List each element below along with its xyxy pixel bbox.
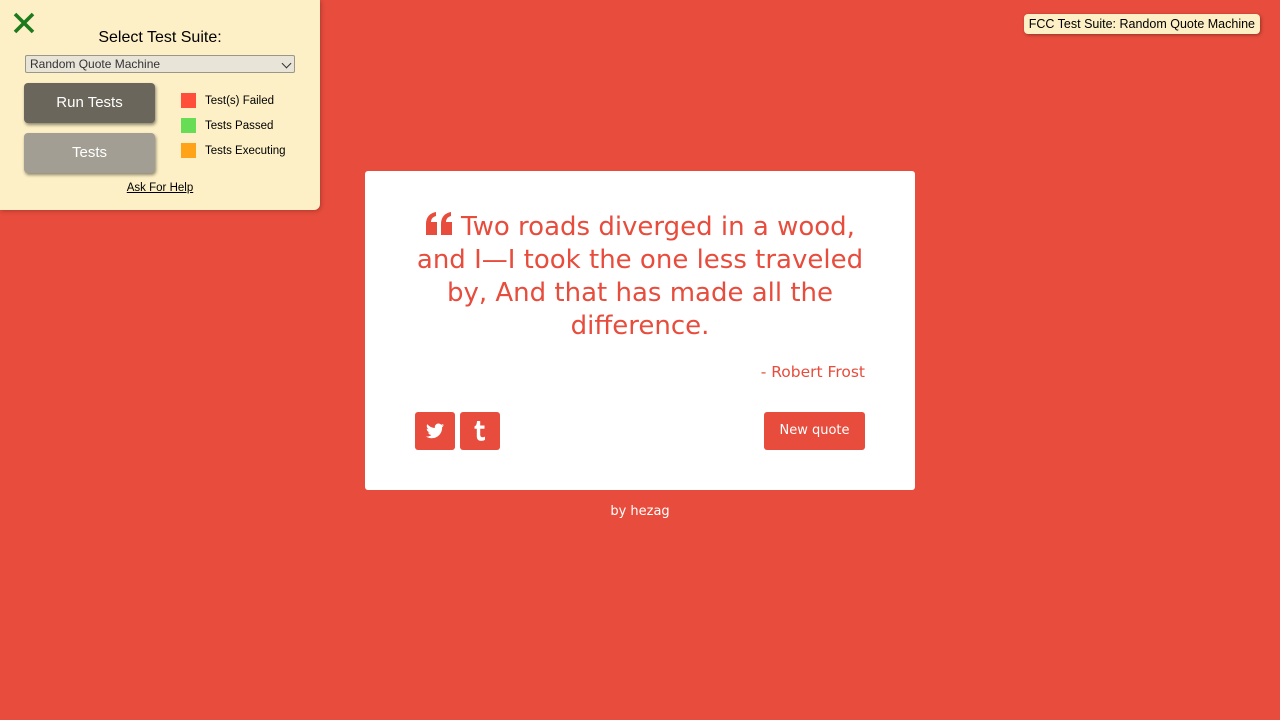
legend-passed: Tests Passed — [181, 118, 273, 133]
test-suite-title: Select Test Suite: — [98, 29, 222, 46]
tumblr-quote-button[interactable] — [460, 412, 500, 450]
executing-swatch — [181, 143, 196, 158]
footer-prefix: by — [610, 504, 627, 519]
run-tests-button[interactable]: Run Tests — [24, 83, 155, 123]
quote-left-icon — [426, 212, 453, 235]
tests-button[interactable]: Tests — [24, 133, 155, 173]
failed-swatch — [181, 93, 196, 108]
footer: by hezag — [0, 504, 1280, 519]
legend-executing-label: Tests Executing — [205, 144, 286, 157]
legend-passed-label: Tests Passed — [205, 119, 274, 132]
new-quote-button[interactable]: New quote — [764, 412, 865, 450]
legend-failed: Test(s) Failed — [181, 93, 274, 108]
quote-text: Two roads diverged in a wood, and I—I to… — [416, 212, 864, 341]
footer-author-link[interactable]: hezag — [630, 504, 669, 519]
quote-box: Two roads diverged in a wood, and I—I to… — [365, 171, 915, 490]
test-suite-select[interactable]: Random Quote Machine — [25, 55, 295, 73]
quote-text-block: Two roads diverged in a wood, and I—I to… — [415, 211, 865, 343]
tweet-quote-button[interactable] — [415, 412, 455, 450]
test-suite-panel: Select Test Suite: Random Quote Machine … — [0, 0, 320, 210]
chevron-down-icon — [281, 58, 292, 69]
ask-for-help-link[interactable]: Ask For Help — [0, 182, 320, 194]
legend-failed-label: Test(s) Failed — [205, 94, 275, 107]
passed-swatch — [181, 118, 196, 133]
legend-executing: Tests Executing — [181, 143, 286, 158]
quote-author: - Robert Frost — [760, 363, 865, 381]
test-suite-select-value: Random Quote Machine — [30, 57, 161, 71]
twitter-icon — [426, 423, 444, 439]
tumblr-icon — [474, 421, 485, 441]
test-suite-badge[interactable]: FCC Test Suite: Random Quote Machine — [1023, 14, 1260, 34]
